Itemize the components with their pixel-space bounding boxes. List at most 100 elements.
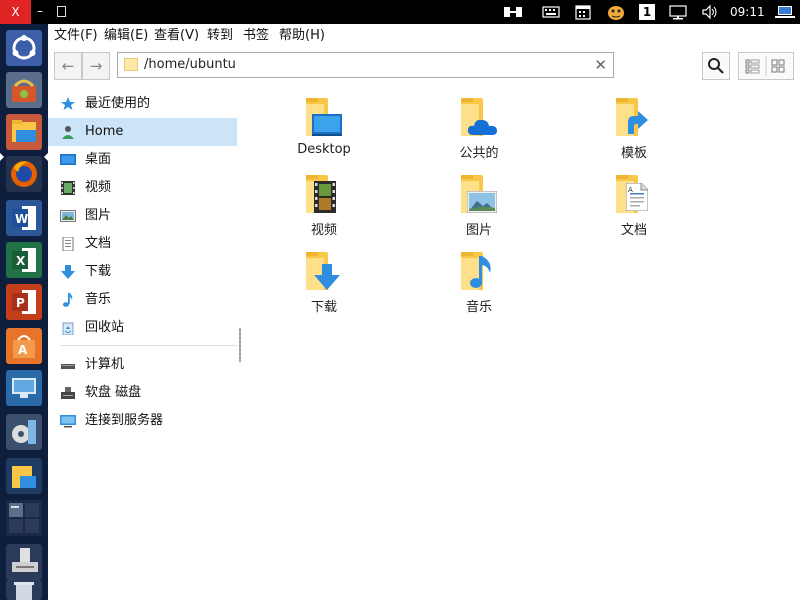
svg-text:A: A: [628, 186, 633, 194]
file-item-pictures[interactable]: 图片: [429, 165, 529, 238]
excel-icon[interactable]: X: [6, 242, 42, 278]
sidebar-resize-handle[interactable]: [239, 328, 241, 362]
sidebar-item-desktop[interactable]: 桌面: [48, 146, 237, 174]
input-method-icon[interactable]: [604, 0, 628, 24]
view-toggle[interactable]: [738, 52, 794, 80]
sidebar-item-videos[interactable]: 视频: [48, 174, 237, 202]
network-icon[interactable]: [502, 0, 524, 24]
file-item-label: 文档: [620, 223, 647, 238]
window-maximize-button[interactable]: [57, 6, 66, 17]
file-item-documents[interactable]: A 文档: [584, 165, 684, 238]
music-icon: [63, 293, 73, 307]
file-item-templates[interactable]: 模板: [584, 88, 684, 161]
sidebar-item-label: 软盘 磁盘: [85, 385, 142, 400]
sidebar-item-computer[interactable]: 计算机: [48, 351, 237, 379]
sidebar-item-music[interactable]: 音乐: [48, 286, 237, 314]
folder-icon: [124, 58, 138, 71]
sidebar-item-pictures[interactable]: 图片: [48, 202, 237, 230]
app-store-icon[interactable]: A: [6, 328, 42, 364]
menu-file[interactable]: 文件(F): [54, 24, 98, 48]
document-icon: [62, 237, 74, 251]
file-manager-icon[interactable]: [6, 114, 42, 150]
trash-launcher-icon[interactable]: [6, 580, 42, 600]
file-item-label: 模板: [620, 146, 647, 161]
svg-text:A: A: [18, 343, 28, 357]
window-minimize-button[interactable]: –: [33, 0, 47, 24]
sidebar-item-label: 回收站: [85, 320, 125, 335]
keyboard-icon[interactable]: [540, 0, 562, 24]
file-item-desktop[interactable]: Desktop: [274, 88, 374, 160]
documents-folder-icon: A: [614, 175, 652, 213]
window-close-button[interactable]: X: [0, 0, 31, 24]
laptop-icon[interactable]: [772, 0, 798, 24]
sidebar-item-documents[interactable]: 文档: [48, 230, 237, 258]
menu-bookmarks[interactable]: 书签: [243, 24, 269, 48]
file-item-public[interactable]: 公共的: [429, 88, 529, 161]
sidebar-item-label: 计算机: [85, 357, 125, 372]
sidebar-item-downloads[interactable]: 下载: [48, 258, 237, 286]
search-button[interactable]: [702, 52, 730, 80]
server-icon: [60, 415, 76, 428]
folder-app-icon[interactable]: [6, 458, 42, 494]
sidebar-item-floppy[interactable]: 软盘 磁盘: [48, 379, 237, 407]
sidebar-item-label: 音乐: [85, 292, 112, 307]
sidebar-item-label: 图片: [85, 208, 112, 223]
music-folder-icon: [459, 252, 497, 290]
file-item-label: Desktop: [297, 142, 351, 157]
back-button[interactable]: ←: [54, 52, 82, 80]
menu-edit[interactable]: 编辑(E): [104, 24, 148, 48]
search-icon: [708, 58, 724, 74]
grid-view-icon[interactable]: [771, 59, 785, 73]
path-input[interactable]: /home/ubuntu: [144, 53, 236, 77]
picture-icon: [60, 210, 76, 222]
list-view-icon[interactable]: [745, 59, 760, 74]
sidebar-item-label: 最近使用的: [85, 96, 151, 111]
path-bar[interactable]: /home/ubuntu ✕: [117, 52, 614, 78]
sidebar-item-label: 桌面: [85, 152, 112, 167]
sidebar-item-recent[interactable]: 最近使用的: [48, 90, 237, 118]
sidebar: 最近使用的 Home 桌面 视频 图片 文档 下载 音乐 回收站 计算机 软盘 …: [48, 88, 238, 600]
word-icon[interactable]: W: [6, 200, 42, 236]
clock[interactable]: 09:11: [730, 0, 765, 24]
volume-icon[interactable]: [698, 0, 722, 24]
dash-home-icon[interactable]: [6, 30, 42, 66]
sidebar-item-label: 连接到服务器: [85, 413, 164, 428]
removable-drive-icon[interactable]: [6, 544, 42, 580]
forward-button[interactable]: →: [82, 52, 110, 80]
file-item-videos[interactable]: 视频: [274, 165, 374, 238]
sidebar-item-home[interactable]: Home: [48, 118, 237, 146]
menu-view[interactable]: 查看(V): [154, 24, 199, 48]
calendar-icon[interactable]: [572, 0, 594, 24]
file-item-label: 下载: [310, 300, 337, 315]
sidebar-item-trash[interactable]: 回收站: [48, 314, 237, 342]
media-player-icon[interactable]: [6, 414, 42, 450]
powerpoint-icon[interactable]: P: [6, 284, 42, 320]
sidebar-item-connect-server[interactable]: 连接到服务器: [48, 407, 237, 435]
workspace-number: 1: [639, 4, 655, 20]
sidebar-item-label: Home: [85, 124, 124, 139]
top-panel: X – 1 09:11: [0, 0, 800, 24]
system-monitor-icon[interactable]: [6, 370, 42, 406]
sidebar-item-label: 文档: [85, 236, 112, 251]
svg-text:X: X: [16, 254, 26, 268]
software-center-icon[interactable]: [6, 72, 42, 108]
menu-go[interactable]: 转到: [207, 24, 233, 48]
display-icon[interactable]: [666, 0, 690, 24]
menubar: 文件(F) 编辑(E) 查看(V) 转到 书签 帮助(H): [48, 24, 800, 48]
file-item-music[interactable]: 音乐: [429, 242, 529, 315]
active-app-indicator: [0, 153, 4, 161]
desktop-icon: [60, 154, 76, 165]
sidebar-divider: [60, 345, 237, 346]
video-icon: [61, 181, 75, 195]
file-item-label: 图片: [465, 223, 492, 238]
workspace-indicator[interactable]: 1: [636, 0, 658, 24]
star-icon: [61, 97, 75, 110]
svg-text:P: P: [16, 296, 25, 310]
clear-path-button[interactable]: ✕: [594, 53, 607, 77]
menu-help[interactable]: 帮助(H): [279, 24, 325, 48]
file-item-downloads[interactable]: 下载: [274, 242, 374, 315]
workspace-switcher-icon[interactable]: [6, 500, 42, 536]
videos-folder-icon: [304, 175, 342, 213]
toolbar: ← → /home/ubuntu ✕: [48, 48, 800, 86]
firefox-icon[interactable]: [6, 156, 42, 192]
